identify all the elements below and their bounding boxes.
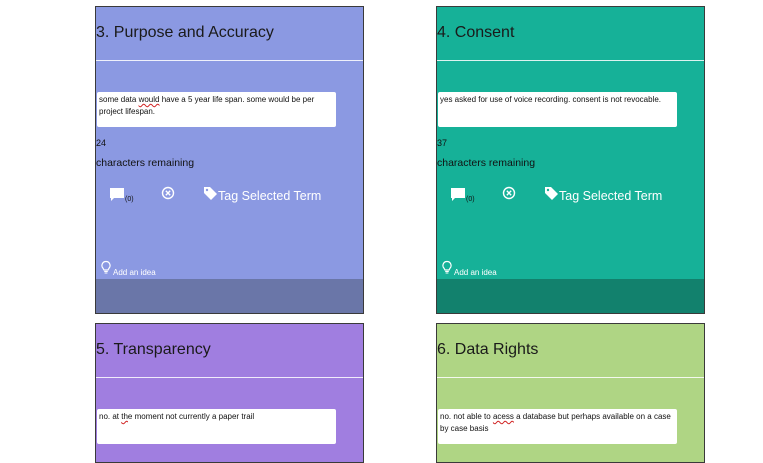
card-actions: (0) Tag Selected Term [437, 185, 704, 209]
tag-icon [545, 187, 558, 200]
divider [437, 377, 704, 378]
divider [96, 60, 363, 61]
comment-icon [110, 188, 124, 201]
card-data-rights: 6. Data Rights no. not able to acess a d… [436, 323, 705, 463]
characters-remaining-label: characters remaining [437, 157, 536, 169]
comment-icon [451, 188, 465, 201]
card-footer [96, 279, 363, 313]
lightbulb-icon [442, 260, 452, 274]
lightbulb-icon [101, 260, 111, 274]
card-title: 3. Purpose and Accuracy [96, 24, 274, 41]
card-consent: 4. Consent yes asked for use of voice re… [436, 6, 705, 314]
circle-x-icon [161, 186, 175, 200]
remove-button[interactable] [160, 185, 176, 201]
character-count: 24 [96, 138, 107, 148]
card-title: 4. Consent [437, 24, 515, 41]
circle-x-icon [502, 186, 516, 200]
comment-count: (0) [125, 196, 134, 203]
comments-button[interactable]: (0) [109, 187, 139, 207]
response-textarea[interactable]: no. at the moment not currently a paper … [97, 409, 336, 444]
misspelled-word: acess [492, 412, 514, 421]
card-purpose-accuracy: 3. Purpose and Accuracy some data would … [95, 6, 364, 314]
divider [437, 60, 704, 61]
remove-button[interactable] [501, 185, 517, 201]
card-actions: (0) Tag Selected Term [96, 185, 363, 209]
tag-icon [204, 187, 217, 200]
card-transparency: 5. Transparency no. at the moment not cu… [95, 323, 364, 463]
comment-count: (0) [466, 196, 475, 203]
card-title: 5. Transparency [96, 341, 211, 358]
characters-remaining-label: characters remaining [96, 157, 195, 169]
misspelled-word: th [121, 412, 128, 421]
response-textarea[interactable]: no. not able to acess a database but per… [438, 409, 677, 444]
character-count: 37 [437, 138, 448, 148]
response-textarea[interactable]: some data would have a 5 year life span.… [97, 92, 336, 127]
response-textarea[interactable]: yes asked for use of voice recording. co… [438, 92, 677, 127]
card-title: 6. Data Rights [437, 341, 539, 358]
misspelled-word: would [138, 95, 160, 104]
divider [96, 377, 363, 378]
comments-button[interactable]: (0) [450, 187, 480, 207]
card-footer [437, 279, 704, 313]
